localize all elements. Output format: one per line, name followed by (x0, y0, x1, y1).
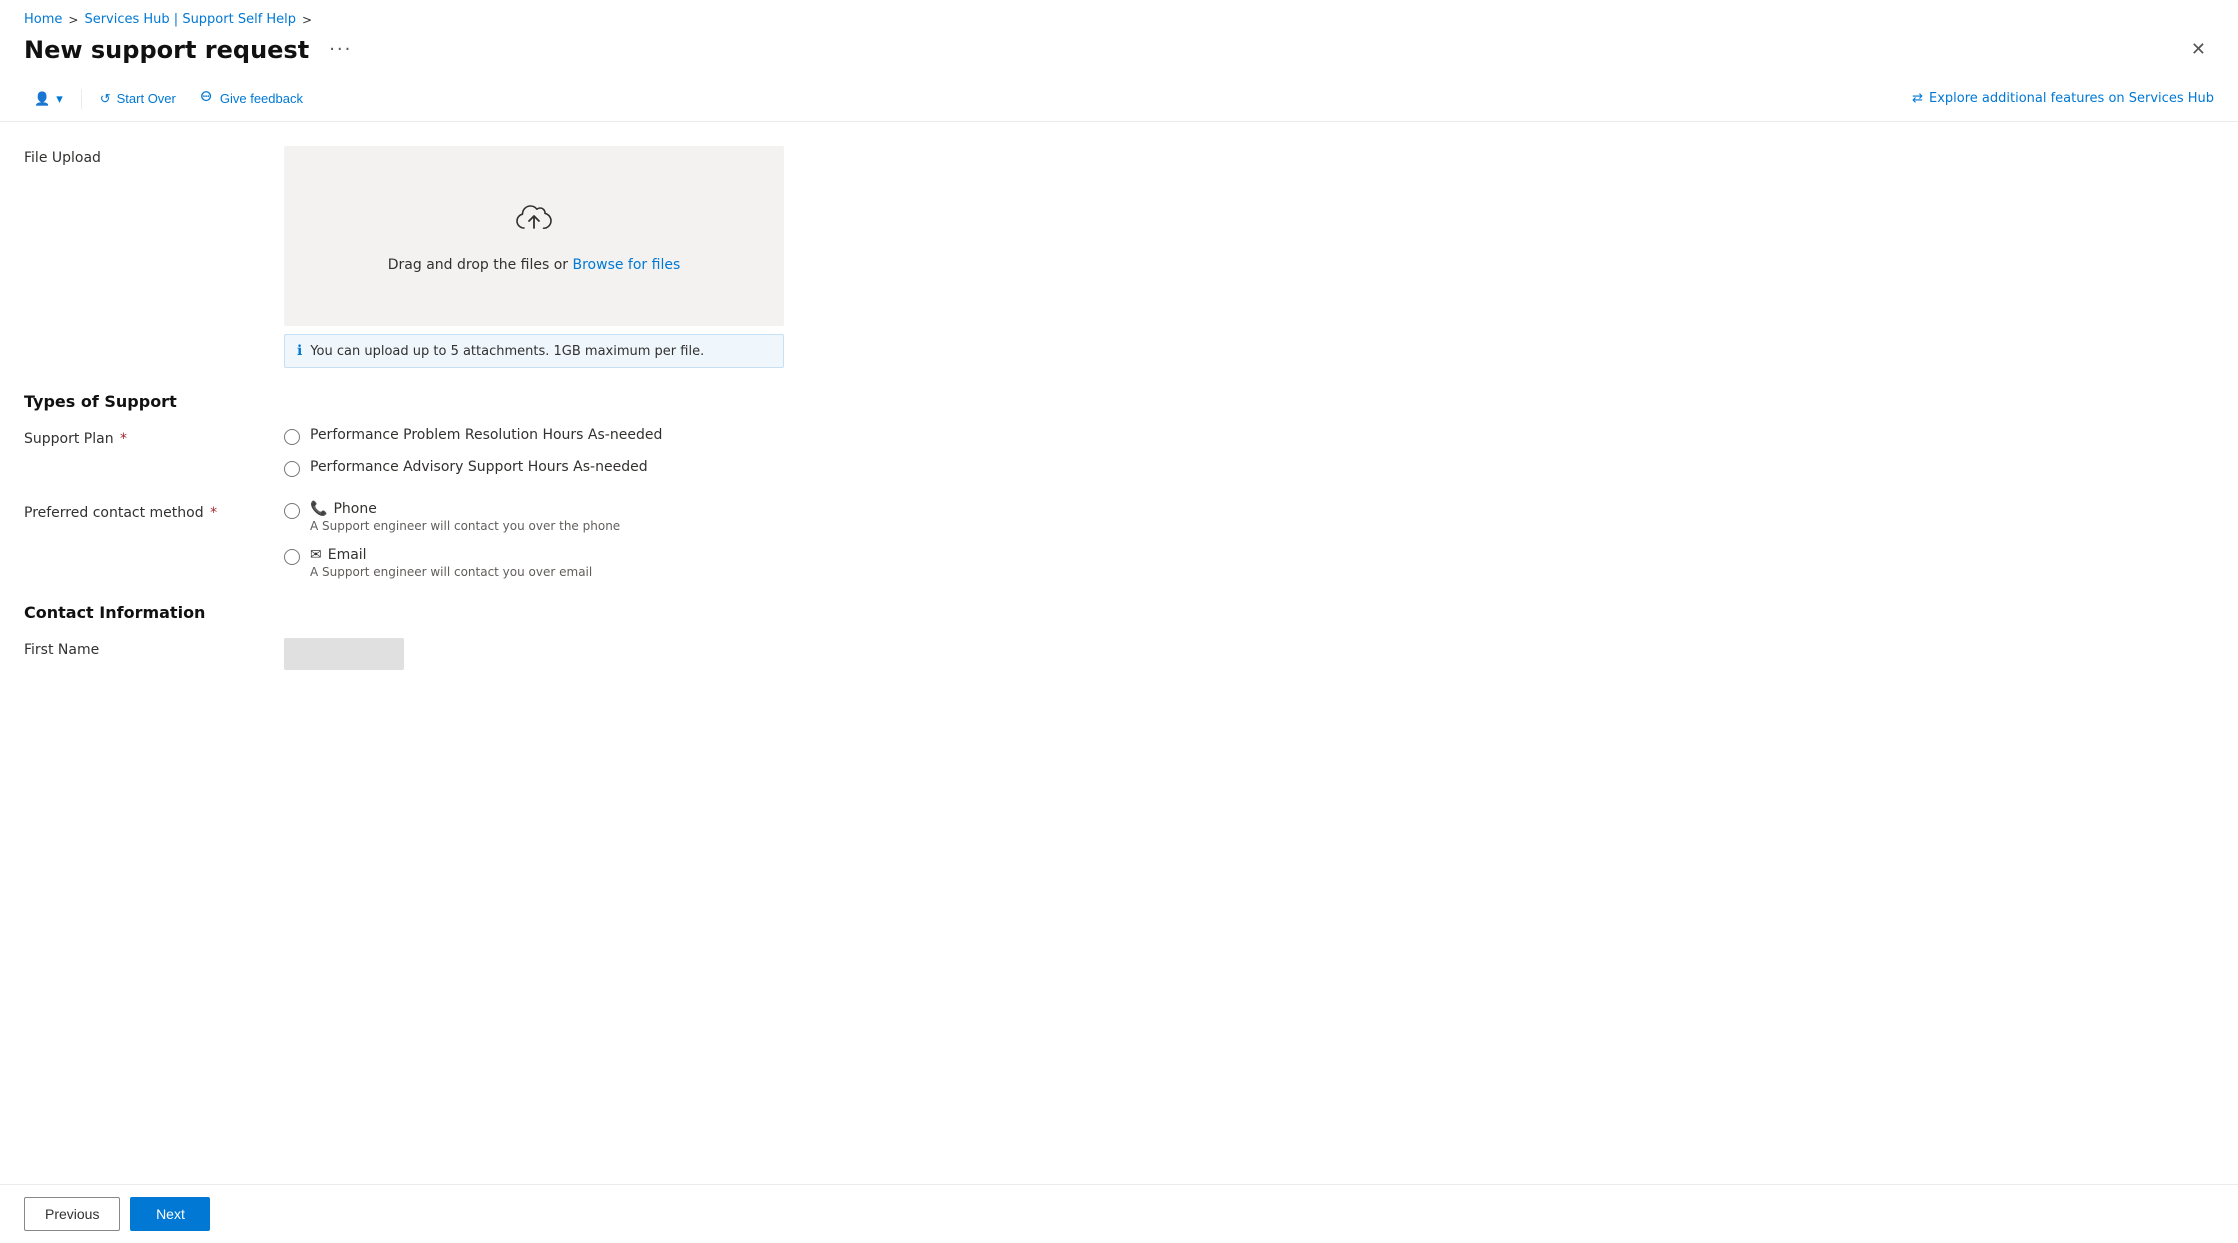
breadcrumb-sep1: > (68, 13, 78, 27)
upload-info: ℹ You can upload up to 5 attachments. 1G… (284, 334, 784, 368)
contact-method-row: Preferred contact method * 📞 Phone A Sup… (24, 501, 2214, 579)
close-button[interactable]: ✕ (2183, 35, 2214, 64)
support-plan-radio-group: Performance Problem Resolution Hours As-… (284, 427, 784, 477)
explore-icon: ⇄ (1912, 91, 1923, 106)
support-plan-label-2: Performance Advisory Support Hours As-ne… (310, 459, 648, 475)
upload-cloud-icon (514, 200, 554, 245)
contact-method-phone-label: 📞 Phone (310, 501, 620, 517)
drag-drop-text: Drag and drop the files or (388, 257, 568, 273)
start-over-label: Start Over (117, 91, 176, 106)
previous-button[interactable]: Previous (24, 1197, 120, 1231)
support-plan-required: * (120, 431, 127, 447)
give-feedback-button[interactable]: Give feedback (190, 84, 313, 113)
breadcrumb-services[interactable]: Services Hub | Support Self Help (84, 12, 296, 27)
first-name-row: First Name (24, 638, 2214, 670)
info-icon: ℹ (297, 343, 302, 359)
contact-method-email-sublabel: A Support engineer will contact you over… (310, 565, 592, 579)
browse-files-link[interactable]: Browse for files (573, 257, 681, 273)
support-plan-option-1[interactable]: Performance Problem Resolution Hours As-… (284, 427, 784, 445)
support-plan-radio-1[interactable] (284, 429, 300, 445)
more-button[interactable]: ··· (329, 39, 352, 60)
contact-method-radio-group: 📞 Phone A Support engineer will contact … (284, 501, 784, 579)
upload-info-text: You can upload up to 5 attachments. 1GB … (310, 344, 704, 359)
page-title-row: New support request ··· ✕ (0, 31, 2238, 76)
breadcrumb-sep2: > (302, 13, 312, 27)
contact-method-label: Preferred contact method * (24, 501, 284, 521)
first-name-label: First Name (24, 638, 284, 658)
main-content: File Upload Drag and drop the files or B… (0, 122, 2238, 1243)
support-plan-label: Support Plan * (24, 427, 284, 447)
user-icon: 👤 (34, 91, 50, 107)
first-name-control (284, 638, 784, 670)
contact-method-phone[interactable]: 📞 Phone A Support engineer will contact … (284, 501, 784, 533)
page-title: New support request (24, 36, 309, 64)
next-button[interactable]: Next (130, 1197, 210, 1231)
support-plan-radio-2[interactable] (284, 461, 300, 477)
contact-method-email[interactable]: ✉ Email A Support engineer will contact … (284, 547, 784, 579)
first-name-field-placeholder (284, 638, 404, 670)
bottom-nav: Previous Next (0, 1184, 2238, 1243)
phone-icon: 📞 (310, 501, 327, 517)
explore-label: Explore additional features on Services … (1929, 91, 2214, 106)
file-upload-zone[interactable]: Drag and drop the files or Browse for fi… (284, 146, 784, 326)
file-upload-row: File Upload Drag and drop the files or B… (24, 146, 2214, 368)
give-feedback-label: Give feedback (220, 91, 303, 106)
toolbar-divider (81, 89, 82, 109)
toolbar: 👤 ▾ ↺ Start Over Give feedback (0, 76, 2238, 122)
contact-info-heading: Contact Information (24, 603, 2214, 622)
contact-method-control: 📞 Phone A Support engineer will contact … (284, 501, 784, 579)
contact-method-email-label: ✉ Email (310, 547, 592, 563)
start-over-button[interactable]: ↺ Start Over (90, 85, 186, 113)
support-plan-label-1: Performance Problem Resolution Hours As-… (310, 427, 662, 443)
contact-method-phone-sublabel: A Support engineer will contact you over… (310, 519, 620, 533)
support-plan-control: Performance Problem Resolution Hours As-… (284, 427, 784, 477)
contact-method-required: * (210, 505, 217, 521)
contact-method-radio-email[interactable] (284, 549, 300, 565)
file-upload-label: File Upload (24, 146, 284, 166)
support-plan-row: Support Plan * Performance Problem Resol… (24, 427, 2214, 477)
file-upload-control: Drag and drop the files or Browse for fi… (284, 146, 784, 368)
types-of-support-heading: Types of Support (24, 392, 2214, 411)
user-profile-button[interactable]: 👤 ▾ (24, 85, 73, 113)
give-feedback-icon (200, 90, 214, 107)
user-dropdown-icon: ▾ (56, 91, 63, 107)
support-plan-option-2[interactable]: Performance Advisory Support Hours As-ne… (284, 459, 784, 477)
breadcrumb: Home > Services Hub | Support Self Help … (0, 0, 2238, 31)
email-icon: ✉ (310, 547, 322, 563)
breadcrumb-home[interactable]: Home (24, 12, 62, 27)
explore-link[interactable]: ⇄ Explore additional features on Service… (1912, 91, 2214, 106)
upload-text: Drag and drop the files or Browse for fi… (388, 257, 681, 273)
start-over-icon: ↺ (100, 91, 111, 107)
contact-method-radio-phone[interactable] (284, 503, 300, 519)
